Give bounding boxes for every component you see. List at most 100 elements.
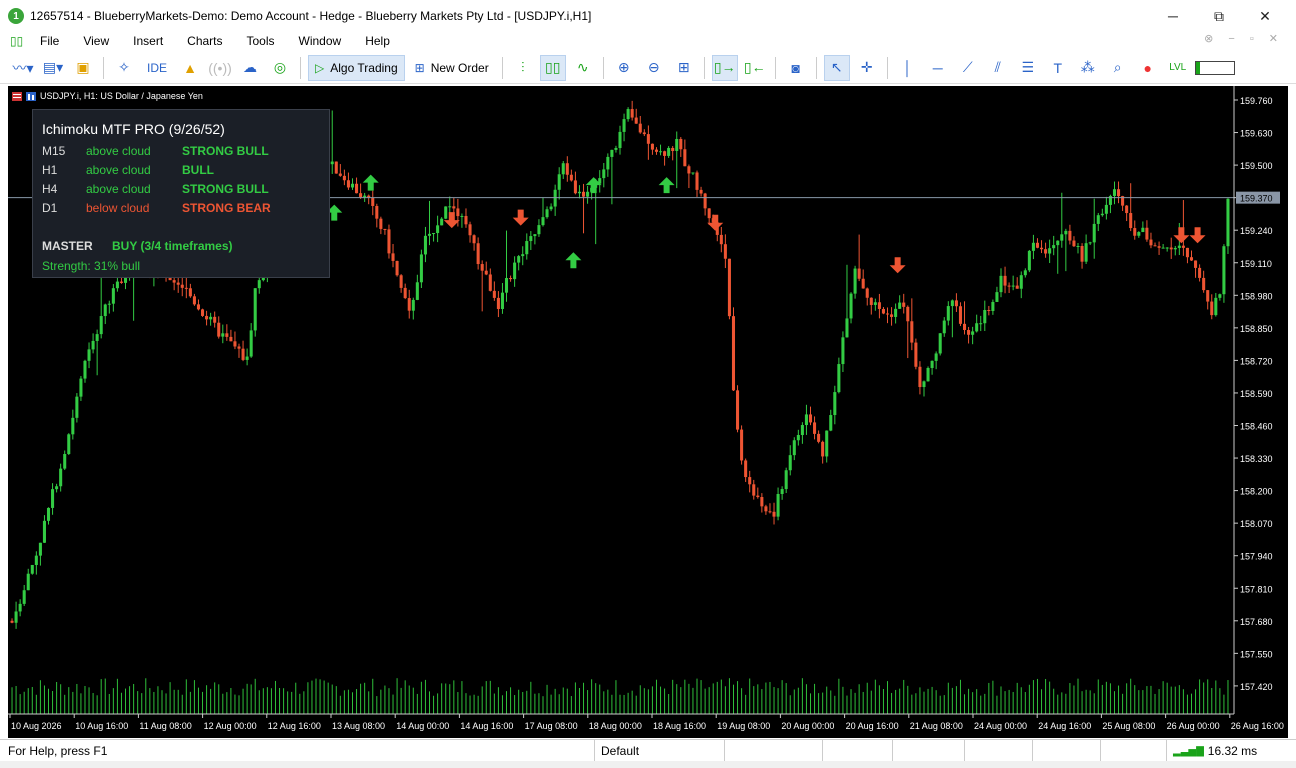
candle-body — [618, 131, 622, 149]
candle-body — [962, 323, 967, 331]
candle-body — [1198, 267, 1202, 278]
candle-body — [26, 573, 30, 591]
candle-body — [205, 315, 209, 320]
status-cell — [1032, 740, 1100, 762]
zoom-out-icon[interactable]: ⊖ — [641, 55, 667, 81]
candle-body — [334, 161, 338, 174]
price-tick-label: 158.850 — [1240, 324, 1273, 334]
candle-body — [1125, 205, 1129, 214]
candle-body — [1214, 297, 1218, 316]
bar-chart-icon[interactable]: ⫶ — [510, 55, 536, 81]
candle-body — [103, 304, 107, 317]
candle-body — [46, 507, 51, 521]
sparkle-icon[interactable]: ✧ — [111, 55, 137, 81]
vps-icon[interactable]: ◎ — [267, 55, 293, 81]
close-button[interactable]: ✕ — [1242, 0, 1288, 32]
candle-body — [444, 206, 448, 219]
menu-help[interactable]: Help — [353, 34, 402, 48]
connection-cell[interactable]: ▂▃▅▇ 16.32 ms — [1166, 740, 1296, 762]
candle-body — [910, 321, 914, 343]
candle-body — [488, 274, 492, 291]
candle-body — [1153, 245, 1157, 247]
candle-body — [209, 316, 213, 320]
menu-view[interactable]: View — [71, 34, 121, 48]
current-price-label: 159.370 — [1240, 194, 1273, 204]
candle-body — [213, 316, 217, 323]
candle-body — [1129, 213, 1133, 229]
trendline-icon[interactable]: ⟋ — [955, 55, 981, 81]
algo-trading-button[interactable]: ▷ Algo Trading — [308, 54, 405, 81]
channel-icon[interactable]: ⫽ — [985, 55, 1011, 81]
strength-label: Strength: 31% bull — [42, 259, 141, 273]
candle-body — [375, 205, 379, 219]
candle-body — [517, 256, 521, 263]
cursor-icon[interactable]: ↖ — [823, 54, 850, 81]
candle-body — [926, 367, 930, 382]
time-tick-label: 14 Aug 16:00 — [460, 721, 513, 731]
chart-type-dropdown-icon[interactable]: 〰▾ — [10, 55, 36, 81]
horizontal-line-icon[interactable]: ─ — [925, 55, 951, 81]
grid-icon[interactable]: ⊞ — [671, 55, 697, 81]
candle-body — [217, 322, 221, 337]
shapes-icon[interactable]: ⁂ — [1075, 55, 1101, 81]
toolbar-separator — [774, 56, 776, 79]
tf-cloud-position: below cloud — [86, 201, 150, 215]
restore-button[interactable]: ⧉ — [1196, 0, 1242, 32]
lock-icon[interactable]: ▲ — [177, 55, 203, 81]
new-order-button[interactable]: ⊞ New Order — [409, 55, 495, 81]
zoom-in-icon[interactable]: ⊕ — [611, 55, 637, 81]
profile-name: Default — [601, 744, 640, 758]
status-cell — [1100, 740, 1166, 762]
crosshair-icon[interactable]: ✛ — [854, 55, 880, 81]
minimize-button[interactable]: ─ — [1150, 0, 1196, 32]
candle-body — [411, 299, 415, 311]
candle-body — [784, 470, 788, 490]
chart-window[interactable]: 159.760 159.630 159.500 159.370 159.240 159.1… — [8, 86, 1288, 738]
mdi-window-controls[interactable]: ⊗ − ▫ ✕ — [1204, 32, 1284, 45]
candle-body — [934, 353, 938, 361]
profile-cell[interactable]: Default — [594, 740, 724, 762]
candle-body — [119, 281, 123, 283]
candle-body — [249, 330, 253, 357]
tf-row-h1: H1 above cloud BULL — [42, 163, 214, 179]
candle-body — [764, 506, 768, 512]
search-icon[interactable]: ⌕ — [1105, 55, 1131, 81]
notification-icon[interactable]: ● — [1135, 55, 1161, 81]
candle-body — [1104, 204, 1108, 214]
candle-body — [99, 316, 103, 335]
candle-body — [606, 156, 610, 170]
fibonacci-icon[interactable]: ☰ — [1015, 55, 1041, 81]
candle-body — [703, 193, 707, 209]
signal-icon[interactable]: ((•)) — [207, 55, 233, 81]
line-chart-icon[interactable]: ∿ — [570, 55, 596, 81]
candle-body — [1222, 246, 1226, 295]
candle-body — [363, 195, 367, 198]
price-tick-label: 158.200 — [1240, 487, 1273, 497]
market-icon[interactable]: ▣ — [70, 55, 96, 81]
text-tool-icon[interactable]: T — [1045, 55, 1071, 81]
status-cell — [892, 740, 964, 762]
screenshot-icon[interactable]: ◙ — [783, 55, 809, 81]
time-tick-label: 24 Aug 16:00 — [1038, 721, 1091, 731]
vertical-line-icon[interactable]: │ — [895, 55, 921, 81]
window-title: 12657514 - BlueberryMarkets-Demo: Demo A… — [30, 9, 592, 23]
menu-tools[interactable]: Tools — [235, 34, 287, 48]
menu-insert[interactable]: Insert — [121, 34, 175, 48]
menu-charts[interactable]: Charts — [175, 34, 234, 48]
candle-body — [586, 191, 590, 197]
status-cell — [964, 740, 1032, 762]
cloud-icon[interactable]: ☁ — [237, 55, 263, 81]
autoscroll-icon[interactable]: ▯→ — [711, 54, 738, 81]
level-icon[interactable]: LVL — [1165, 55, 1191, 81]
chart-shift-icon[interactable]: ▯← — [742, 55, 768, 81]
one-click-panel-icon[interactable] — [12, 91, 22, 101]
candle-body — [1007, 285, 1011, 287]
menu-window[interactable]: Window — [287, 34, 354, 48]
depth-icon[interactable] — [26, 91, 36, 101]
tf-signal: STRONG BULL — [182, 182, 269, 196]
menu-file[interactable]: File — [28, 34, 71, 48]
timeframe-dropdown-icon[interactable]: ▤▾ — [40, 55, 66, 81]
ide-button[interactable]: IDE — [141, 55, 173, 81]
candle-body — [991, 301, 995, 312]
candlestick-icon[interactable]: ▯▯ — [539, 54, 566, 81]
